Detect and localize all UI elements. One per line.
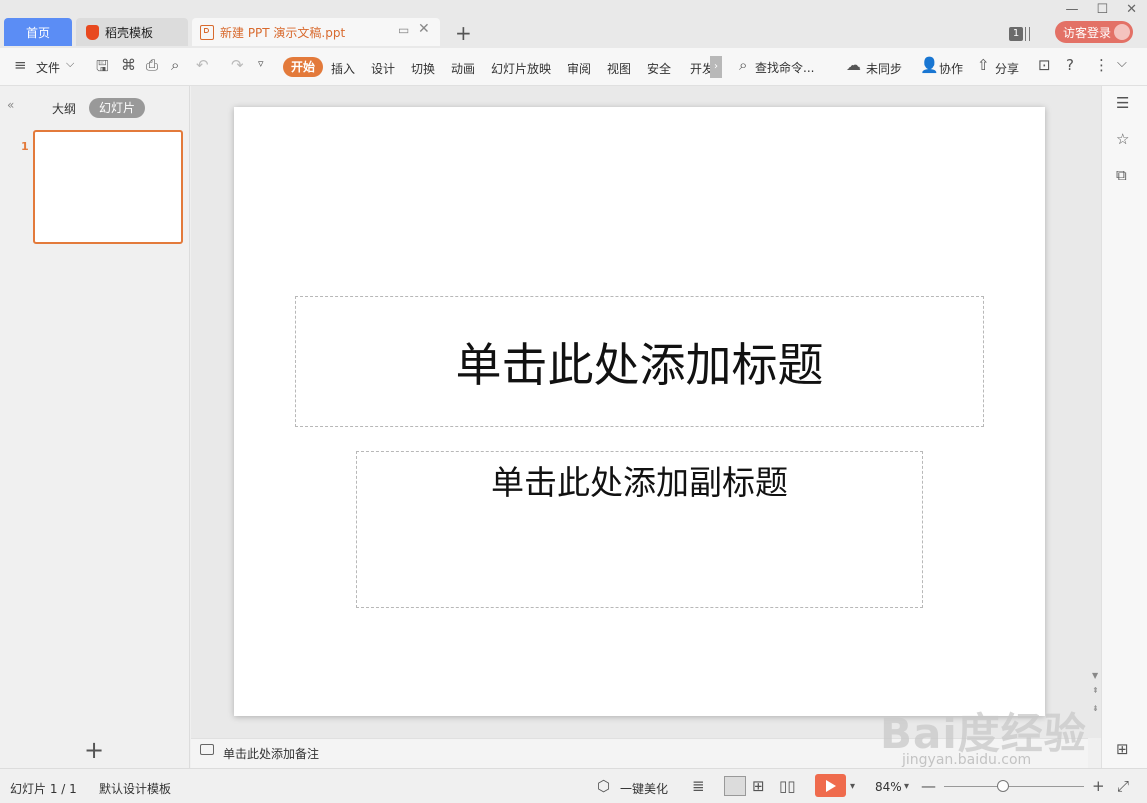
avatar: [1114, 24, 1130, 40]
animation-star-icon[interactable]: ☆: [1116, 130, 1129, 148]
ribbon-tab-security[interactable]: 安全: [647, 60, 671, 77]
file-menu[interactable]: 文件: [36, 59, 60, 76]
fit-window-icon[interactable]: ⤢: [1117, 777, 1129, 795]
collaborate-icon: 👤: [920, 56, 939, 74]
collapse-ribbon-icon[interactable]: ⌵: [1117, 56, 1127, 71]
cloud-sync-icon: ☁: [846, 56, 861, 74]
share-icon: ⇧: [977, 56, 990, 74]
ppt-file-icon: [200, 24, 214, 40]
ribbon-tab-developer[interactable]: 开发: [690, 60, 710, 77]
title-placeholder[interactable]: 单击此处添加标题: [295, 296, 984, 427]
collapse-panel-icon[interactable]: «: [7, 98, 14, 112]
add-slide-icon[interactable]: +: [84, 736, 104, 764]
ribbon-tab-view[interactable]: 视图: [607, 60, 631, 77]
zoom-slider-knob[interactable]: [996, 780, 1009, 792]
ribbon-tab-animation[interactable]: 动画: [451, 60, 475, 77]
window-controls: — ☐ ✕: [1065, 2, 1137, 17]
undo-icon[interactable]: ↶: [196, 56, 209, 74]
zoom-dropdown-icon[interactable]: ▾: [904, 781, 909, 792]
save-icon[interactable]: 🖫: [96, 56, 109, 81]
transition-icon[interactable]: ⧉: [1116, 166, 1127, 184]
slide-sorter-view-icon[interactable]: ⊞: [752, 777, 765, 795]
minimize-icon[interactable]: —: [1065, 2, 1078, 17]
notes-icon: [200, 744, 214, 755]
tab-outline[interactable]: 大纲: [52, 100, 76, 117]
notification-badge[interactable]: 1: [1009, 27, 1023, 41]
close-tab-icon[interactable]: ✕: [418, 21, 430, 37]
maximize-icon[interactable]: ☐: [1096, 2, 1108, 17]
close-window-icon[interactable]: ✕: [1126, 2, 1137, 17]
slide-thumbnail-number: 1: [21, 140, 29, 153]
skin-icon[interactable]: ⊡: [1038, 56, 1051, 74]
quick-access-dropdown-icon[interactable]: ▿: [258, 57, 264, 70]
search-icon: ⌕: [739, 56, 748, 74]
zoom-out-icon[interactable]: —: [921, 777, 936, 795]
tab-docer-label: 稻壳模板: [105, 25, 154, 40]
next-slide-icon[interactable]: ⇟: [1092, 704, 1099, 713]
chevron-down-icon[interactable]: ⌵: [66, 57, 74, 71]
guest-login-button[interactable]: 访客登录: [1055, 21, 1133, 43]
new-tab-icon[interactable]: +: [455, 21, 472, 45]
previous-slide-icon[interactable]: ⇞: [1092, 686, 1099, 695]
notes-toggle-icon[interactable]: ≣: [692, 777, 705, 795]
help-icon[interactable]: ?: [1066, 56, 1074, 74]
play-slideshow-button[interactable]: [815, 774, 846, 797]
ribbon-tab-transition[interactable]: 切换: [411, 60, 435, 77]
collaborate-button[interactable]: 协作: [939, 60, 963, 77]
menu-hamburger-icon[interactable]: ≡: [14, 56, 27, 74]
beautify-icon: ⬡: [597, 777, 611, 795]
share-button[interactable]: 分享: [995, 60, 1019, 77]
ribbon-tab-start[interactable]: 开始: [283, 57, 323, 77]
reading-view-icon[interactable]: ▯▯: [779, 777, 796, 795]
subtitle-placeholder[interactable]: 单击此处添加副标题: [356, 451, 923, 608]
print-preview-icon[interactable]: ⌕: [171, 56, 179, 74]
print-icon[interactable]: ⎙: [146, 56, 158, 74]
tab-document-label: 新建 PPT 演示文稿.ppt: [220, 25, 346, 40]
redo-icon[interactable]: ↷: [231, 56, 244, 74]
tab-home[interactable]: 首页: [4, 18, 72, 46]
pin-window-icon[interactable]: ▭: [398, 23, 409, 37]
title-placeholder-text: 单击此处添加标题: [455, 337, 824, 392]
login-label: 访客登录: [1063, 25, 1112, 40]
docer-logo-icon: [86, 24, 99, 40]
tab-document[interactable]: 新建 PPT 演示文稿.ppt ▭ ✕: [192, 18, 440, 46]
ribbon-scroll-right-icon[interactable]: ›: [710, 56, 722, 78]
notes-placeholder[interactable]: 单击此处添加备注: [223, 745, 319, 762]
notification-lines-icon: [1025, 27, 1030, 41]
slide-counter: 幻灯片 1 / 1: [10, 782, 77, 796]
properties-icon[interactable]: ☰: [1116, 94, 1129, 112]
ribbon-tab-slideshow[interactable]: 幻灯片放映: [491, 60, 551, 77]
sync-status[interactable]: 未同步: [866, 60, 902, 77]
tab-slides[interactable]: 幻灯片: [89, 98, 145, 118]
ribbon-tab-design[interactable]: 设计: [371, 60, 395, 77]
subtitle-placeholder-text: 单击此处添加副标题: [491, 463, 788, 502]
tab-docer-templates[interactable]: 稻壳模板: [76, 18, 188, 46]
scroll-down-icon[interactable]: ▼: [1092, 671, 1098, 680]
design-template-label[interactable]: 默认设计模板: [99, 780, 171, 797]
zoom-level[interactable]: 84%: [875, 780, 902, 794]
zoom-slider[interactable]: [944, 786, 1084, 787]
right-sidebar: [1101, 86, 1147, 768]
tab-home-label: 首页: [25, 25, 50, 40]
slide-thumbnail[interactable]: [33, 130, 183, 244]
command-search[interactable]: 查找命令...: [755, 59, 814, 76]
normal-view-icon[interactable]: [724, 776, 746, 796]
one-click-beautify-button[interactable]: 一键美化: [620, 780, 668, 797]
play-options-chevron-icon[interactable]: ▾: [850, 781, 855, 792]
ribbon-tab-insert[interactable]: 插入: [331, 60, 355, 77]
vertical-scrollbar[interactable]: [1088, 86, 1101, 738]
more-icon[interactable]: ⋮: [1094, 56, 1109, 74]
grid-view-icon[interactable]: ⊞: [1116, 740, 1129, 758]
ribbon-tab-review[interactable]: 审阅: [567, 60, 591, 77]
zoom-in-icon[interactable]: +: [1092, 777, 1105, 795]
format-painter-icon[interactable]: ⌘: [121, 56, 136, 74]
baidu-watermark-url: jingyan.baidu.com: [902, 752, 1032, 768]
